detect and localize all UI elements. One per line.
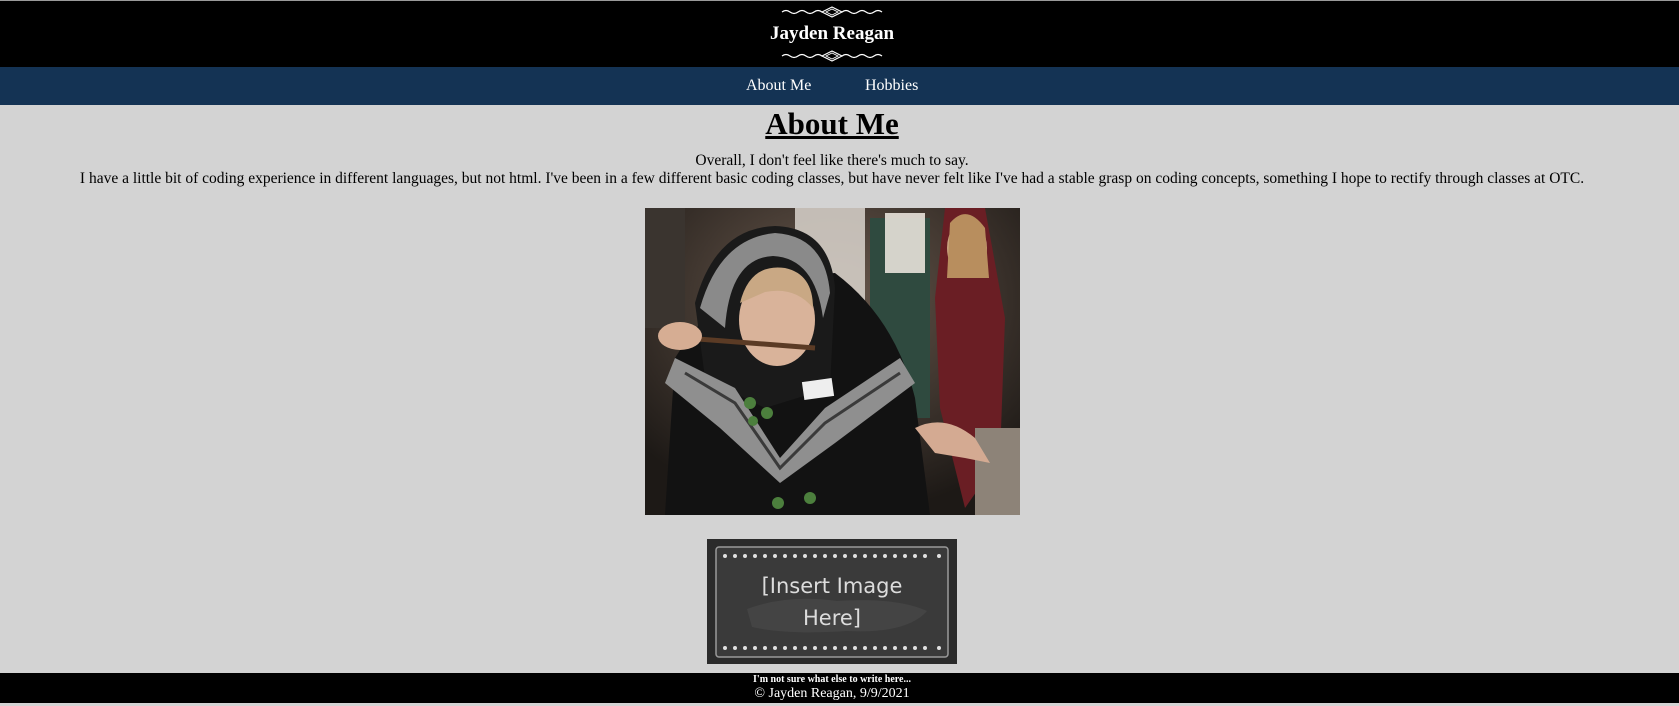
nav-link-hobbies[interactable]: Hobbies [865, 77, 918, 95]
placeholder-line-2: Here] [803, 606, 861, 630]
intro-paragraph: Overall, I don't feel like there's much … [695, 152, 969, 169]
nav-bar: About Me Hobbies [0, 67, 1679, 105]
decorative-flourish-bottom-icon [781, 50, 883, 62]
page-heading: About Me [765, 106, 899, 141]
page: Jayden Reagan About Me Hobbies About Me … [0, 0, 1679, 706]
main-content: About Me Overall, I don't feel like ther… [0, 105, 1679, 673]
footer-copyright: © Jayden Reagan, 9/9/2021 [754, 686, 910, 701]
decorative-flourish-top-icon [781, 6, 883, 18]
site-header: Jayden Reagan [0, 0, 1679, 67]
placeholder-text: [Insert Image Here] [737, 570, 927, 634]
image-placeholder: [Insert Image Here] [707, 539, 957, 664]
nav-link-about-me[interactable]: About Me [746, 77, 811, 95]
profile-photo [645, 208, 1020, 515]
experience-paragraph: I have a little bit of coding experience… [79, 170, 1585, 187]
placeholder-line-1: [Insert Image [761, 574, 903, 598]
site-footer: I'm not sure what else to write here... … [0, 673, 1679, 703]
site-title: Jayden Reagan [769, 23, 895, 44]
